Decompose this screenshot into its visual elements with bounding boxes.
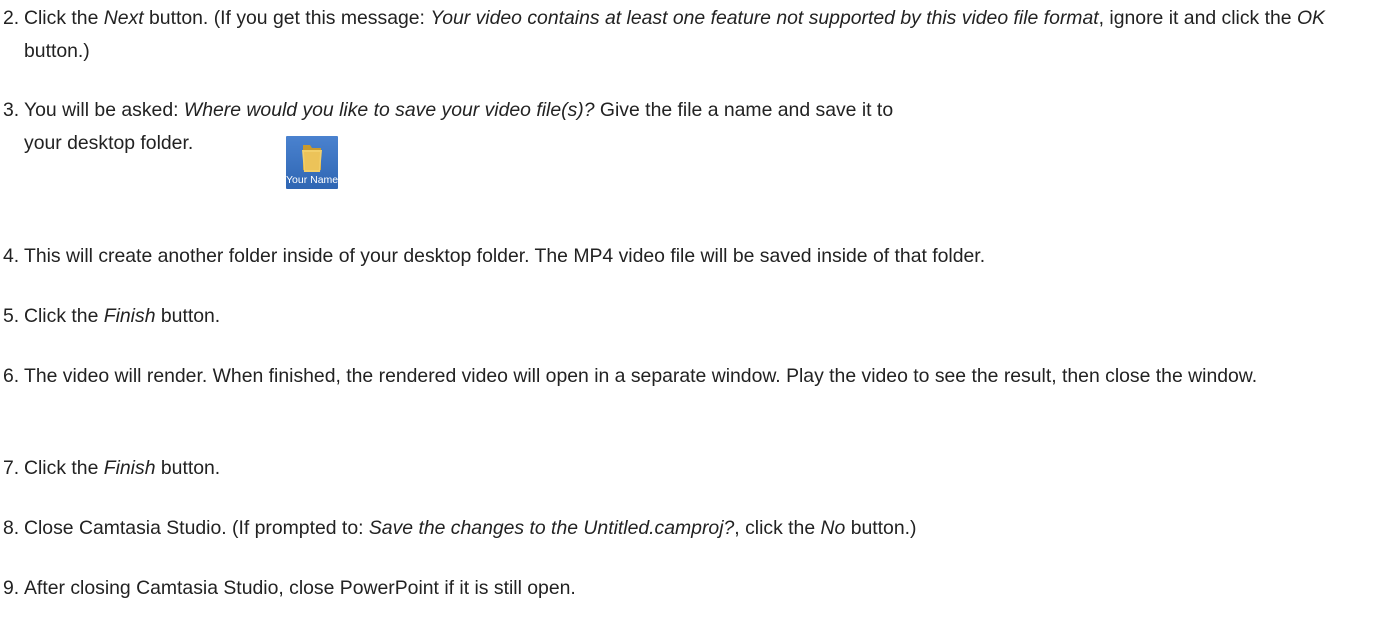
- emphasized-text: Where would you like to save your video …: [183, 99, 595, 121]
- step-6: 6. The video will render. When finished,…: [0, 360, 1385, 393]
- emphasized-text: OK: [1296, 7, 1325, 29]
- desktop-folder-icon: Your Name: [286, 136, 338, 189]
- folder-label: Your Name: [286, 174, 339, 186]
- text-segment: The video will render. When finished, th…: [24, 365, 1258, 387]
- step-text: Close Camtasia Studio. (If prompted to: …: [24, 512, 1385, 545]
- step-text: After closing Camtasia Studio, close Pow…: [24, 572, 1385, 605]
- emphasized-text: Save the changes to the Untitled.camproj…: [368, 517, 735, 539]
- step-3: 3. You will be asked: Where would you li…: [0, 94, 1385, 160]
- emphasized-text: Your video contains at least one feature…: [430, 7, 1099, 29]
- text-segment: button.): [24, 40, 90, 62]
- step-text-line2: your desktop folder.: [24, 132, 194, 154]
- text-segment: Click the: [24, 7, 104, 29]
- step-number: 9.: [3, 577, 20, 599]
- text-segment: Give the file a name and save it to: [594, 99, 894, 121]
- step-number: 8.: [3, 517, 20, 539]
- step-number: 5.: [3, 305, 20, 327]
- text-segment: Click the: [24, 305, 104, 327]
- step-4: 4. This will create another folder insid…: [0, 240, 1385, 273]
- text-segment: button.: [155, 305, 221, 327]
- step-number: 2.: [3, 7, 20, 29]
- step-8: 8. Close Camtasia Studio. (If prompted t…: [0, 512, 1385, 545]
- text-segment: You will be asked:: [24, 99, 184, 121]
- emphasized-text: No: [820, 517, 846, 539]
- step-text: This will create another folder inside o…: [24, 240, 1385, 273]
- text-segment: , click the: [734, 517, 821, 539]
- step-5: 5. Click the Finish button.: [0, 300, 1385, 333]
- text-segment: Click the: [24, 457, 104, 479]
- step-text: Click the Finish button.: [24, 300, 1385, 333]
- step-text: Click the Finish button.: [24, 452, 1385, 485]
- emphasized-text: Next: [103, 7, 144, 29]
- step-number: 6.: [3, 365, 20, 387]
- text-segment: button. (If you get this message:: [143, 7, 431, 29]
- emphasized-text: Finish: [103, 457, 156, 479]
- step-7: 7. Click the Finish button.: [0, 452, 1385, 485]
- step-text: Click the Next button. (If you get this …: [24, 2, 1385, 68]
- step-number: 4.: [3, 245, 20, 267]
- step-text: The video will render. When finished, th…: [24, 360, 1385, 393]
- step-2: 2. Click the Next button. (If you get th…: [0, 2, 1385, 68]
- text-segment: This will create another folder inside o…: [24, 245, 986, 267]
- step-number: 3.: [3, 99, 20, 121]
- step-text: You will be asked: Where would you like …: [24, 94, 1385, 127]
- text-segment: button.: [155, 457, 221, 479]
- text-segment: Close Camtasia Studio. (If prompted to:: [24, 517, 369, 539]
- step-number: 7.: [3, 457, 20, 479]
- step-9: 9. After closing Camtasia Studio, close …: [0, 572, 1385, 605]
- text-segment: After closing Camtasia Studio, close Pow…: [24, 577, 576, 599]
- text-segment: button.): [845, 517, 917, 539]
- emphasized-text: Finish: [103, 305, 156, 327]
- text-segment: , ignore it and click the: [1098, 7, 1297, 29]
- folder-icon: [302, 145, 322, 172]
